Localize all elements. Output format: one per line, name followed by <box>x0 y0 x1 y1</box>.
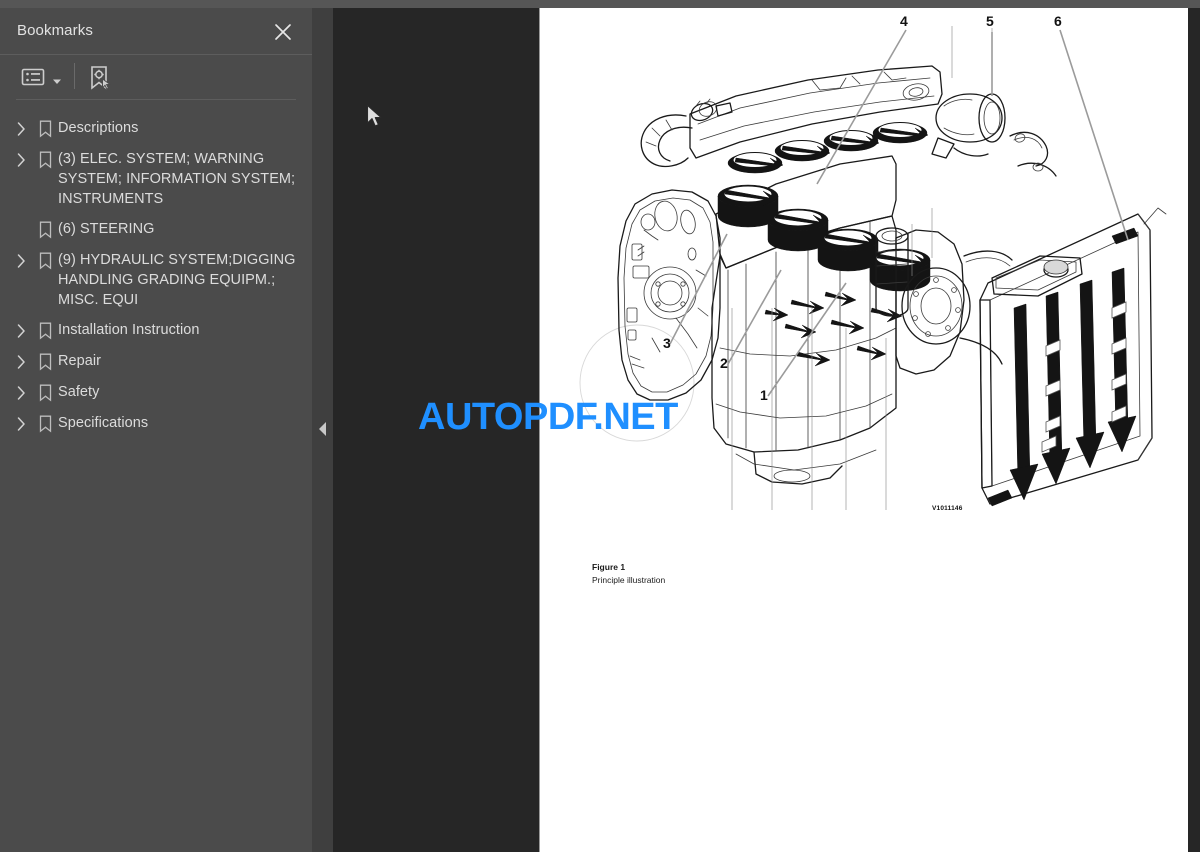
figure-caption: Figure 1 Principle illustration <box>592 561 665 587</box>
bookmark-item-descriptions[interactable]: Descriptions <box>0 113 312 144</box>
chevron-right-icon[interactable] <box>10 352 32 372</box>
sidebar-header: Bookmarks <box>0 8 312 55</box>
document-viewer[interactable]: .ln { fill:none; stroke:#1a1a1a; stroke-… <box>333 8 1200 852</box>
bookmark-item-safety[interactable]: Safety <box>0 377 312 408</box>
bookmark-item-label: (6) STEERING <box>58 221 155 237</box>
figure-illustration: .ln { fill:none; stroke:#1a1a1a; stroke-… <box>540 8 1188 568</box>
close-icon[interactable] <box>272 21 294 43</box>
toolbar-divider <box>74 63 75 89</box>
chevron-right-icon[interactable] <box>10 150 32 170</box>
pdf-reader-window: Bookmarks Descriptions (3) ELEC. SYSTEM;… <box>0 0 1200 852</box>
sidebar-toolbar <box>16 55 296 100</box>
bookmarks-sidebar: Bookmarks Descriptions (3) ELEC. SYSTEM;… <box>0 8 312 852</box>
bookmark-item-label: Repair <box>58 353 102 369</box>
bookmark-flag-icon <box>32 352 58 372</box>
bookmark-flag-icon <box>32 220 58 240</box>
figure-caption-title: Figure 1 <box>592 562 626 572</box>
callout-number-5: 5 <box>986 13 994 29</box>
callout-number-2: 2 <box>720 355 728 371</box>
callout-number-6: 6 <box>1054 13 1062 29</box>
collapse-panel-arrow-icon[interactable] <box>312 415 333 443</box>
chevron-right-icon[interactable] <box>10 414 32 434</box>
list-options-icon[interactable] <box>20 64 46 95</box>
bookmark-item-label: Installation Instruction <box>58 322 200 338</box>
bookmark-item-hydraulic-system[interactable]: (9) HYDRAULIC SYSTEM;DIGGING HANDLING GR… <box>0 245 312 315</box>
bookmark-item-steering[interactable]: (6) STEERING <box>0 214 312 245</box>
chevron-right-icon[interactable] <box>10 383 32 403</box>
bookmark-item-label: Specifications <box>58 415 149 431</box>
bookmark-flag-icon <box>32 321 58 341</box>
bookmark-item-elec-system[interactable]: (3) ELEC. SYSTEM; WARNING SYSTEM; INFORM… <box>0 144 312 214</box>
window-top-strip <box>0 0 1200 8</box>
callout-number-4: 4 <box>900 13 908 29</box>
page-title: Bookmarks <box>17 22 93 39</box>
chevron-down-icon[interactable] <box>52 73 62 91</box>
bookmark-flag-icon <box>32 251 58 271</box>
figure-image-code: V1011146 <box>932 505 963 512</box>
pdf-page: .ln { fill:none; stroke:#1a1a1a; stroke-… <box>540 8 1188 852</box>
bookmark-item-specifications[interactable]: Specifications <box>0 408 312 439</box>
bookmark-flag-icon <box>32 150 58 170</box>
chevron-right-icon[interactable] <box>10 321 32 341</box>
bookmark-flag-icon <box>32 414 58 434</box>
bookmark-item-label: Safety <box>58 384 100 400</box>
bookmark-flag-icon <box>32 119 58 139</box>
chevron-right-icon[interactable] <box>10 251 32 271</box>
viewer-right-margin <box>1188 8 1200 852</box>
bookmark-item-label: (3) ELEC. SYSTEM; WARNING SYSTEM; INFORM… <box>58 151 296 207</box>
chevron-right-icon[interactable] <box>10 119 32 139</box>
figure-caption-subtitle: Principle illustration <box>592 575 666 585</box>
callout-number-3: 3 <box>663 335 671 351</box>
callout-number-1: 1 <box>760 387 768 403</box>
bookmark-item-label: Descriptions <box>58 120 139 136</box>
bookmark-flag-icon <box>32 383 58 403</box>
bookmark-item-label: (9) HYDRAULIC SYSTEM;DIGGING HANDLING GR… <box>58 252 296 308</box>
bookmark-item-installation-instruction[interactable]: Installation Instruction <box>0 315 312 346</box>
chevron-placeholder <box>10 220 32 240</box>
bookmarks-list: Descriptions (3) ELEC. SYSTEM; WARNING S… <box>0 101 312 439</box>
bookmark-item-repair[interactable]: Repair <box>0 346 312 377</box>
new-bookmark-icon[interactable] <box>87 64 113 97</box>
